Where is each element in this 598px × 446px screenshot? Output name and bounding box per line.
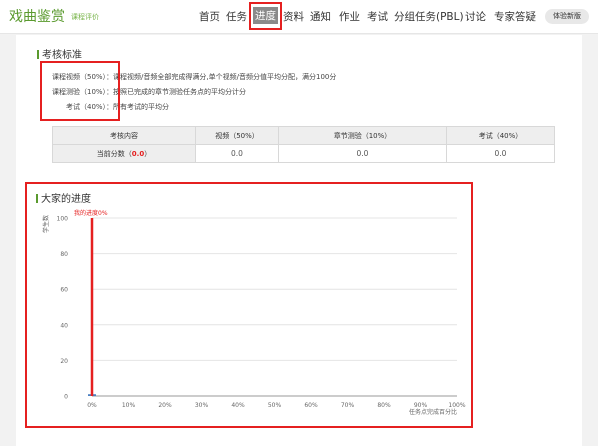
score-table: 考核内容 视频（50%） 章节测验（10%） 考试（40%） 当前分数（0.0）… — [52, 126, 555, 163]
y-tick-label: 80 — [60, 251, 68, 258]
assessment-title-text: 考核标准 — [42, 50, 82, 61]
x-tick-label: 80% — [377, 402, 391, 409]
score-row: 当前分数（0.0） 0.0 0.0 0.0 — [52, 144, 555, 163]
col-video: 视频（50%） — [195, 126, 279, 145]
y-tick-label: 60 — [60, 287, 68, 294]
course-title[interactable]: 戏曲鉴赏 — [9, 6, 65, 26]
exam-score: 0.0 — [446, 144, 555, 163]
x-tick-label: 70% — [341, 402, 355, 409]
nav-group-tasks[interactable]: 分组任务(PBL) — [394, 9, 464, 24]
title-accent-bar — [37, 50, 39, 59]
criteria-exam-desc: ：所有考试的平均分 — [106, 103, 170, 111]
x-tick-label: 40% — [231, 402, 245, 409]
progress-chart: 0 20 40 60 80 100 0% 10% 20% 30% 40% 50% 60% 70% 80% 90… — [30, 182, 470, 428]
criteria-video: 课程视频（50%）：课程视频/音频全部完成得满分,单个视频/音频分值平均分配，满… — [52, 72, 336, 82]
y-tick-label: 40 — [60, 322, 68, 329]
x-tick-label: 50% — [268, 402, 282, 409]
quiz-score: 0.0 — [278, 144, 447, 163]
criteria-quiz: 课程测验（10%）：按照已完成的章节测验任务点的平均分计分 — [52, 87, 246, 97]
criteria-quiz-label: 课程测验（10%） — [52, 88, 107, 96]
criteria-video-label: 课程视频（50%） — [52, 73, 107, 81]
criteria-video-desc: ：课程视频/音频全部完成得满分,单个视频/音频分值平均分配，满分100分 — [106, 73, 337, 81]
new-version-button[interactable]: 体验新版 — [545, 9, 589, 24]
nav-expert-qa[interactable]: 专家答疑 — [494, 9, 536, 24]
col-quiz: 章节测验（10%） — [278, 126, 447, 145]
current-score-close: ） — [144, 149, 152, 158]
nav-materials[interactable]: 资料 — [283, 9, 304, 24]
current-score-text: 当前分数（ — [96, 149, 132, 158]
x-tick-label: 0% — [87, 402, 97, 409]
nav-home[interactable]: 首页 — [199, 9, 220, 24]
criteria-exam-label: 考试（40%） — [66, 103, 107, 111]
score-table-header: 考核内容 视频（50%） 章节测验（10%） 考试（40%） — [52, 126, 555, 145]
y-tick-label: 0 — [64, 394, 68, 401]
y-axis-label: 学生数 — [42, 215, 50, 233]
nav-progress[interactable]: 进度 — [253, 7, 278, 24]
nav-notices[interactable]: 通知 — [310, 9, 331, 24]
y-tick-label: 100 — [57, 216, 69, 223]
video-score: 0.0 — [195, 144, 279, 163]
nav-tasks[interactable]: 任务 — [226, 9, 247, 24]
y-tick-label: 20 — [60, 358, 68, 365]
current-score-value: 0.0 — [131, 149, 145, 158]
x-tick-label: 30% — [195, 402, 209, 409]
current-score-label: 当前分数（0.0） — [52, 144, 196, 163]
x-tick-label: 90% — [414, 402, 428, 409]
criteria-quiz-desc: ：按照已完成的章节测验任务点的平均分计分 — [106, 88, 247, 96]
x-axis-label: 任务点完成百分比 — [409, 408, 457, 416]
col-content: 考核内容 — [52, 126, 196, 145]
nav-discussion[interactable]: 讨论 — [465, 9, 486, 24]
x-tick-label: 100% — [448, 402, 465, 409]
assessment-title: 考核标准 — [37, 46, 82, 61]
criteria-exam: 考试（40%）：所有考试的平均分 — [66, 102, 169, 112]
x-tick-label: 60% — [304, 402, 318, 409]
my-progress-label: 我的进度0% — [74, 209, 108, 217]
progress-chart-svg: 0 20 40 60 80 100 0% 10% 20% 30% 40% 50% 60% 70% 80% 90… — [42, 209, 466, 416]
x-tick-label: 10% — [122, 402, 136, 409]
top-bar: 戏曲鉴赏 课程评价 首页 任务 进度 资料 通知 作业 考试 分组任务(PBL)… — [0, 0, 598, 34]
nav-homework[interactable]: 作业 — [339, 9, 360, 24]
nav-exam[interactable]: 考试 — [367, 9, 388, 24]
course-subtitle[interactable]: 课程评价 — [71, 12, 99, 22]
col-exam: 考试（40%） — [446, 126, 555, 145]
x-tick-label: 20% — [158, 402, 172, 409]
